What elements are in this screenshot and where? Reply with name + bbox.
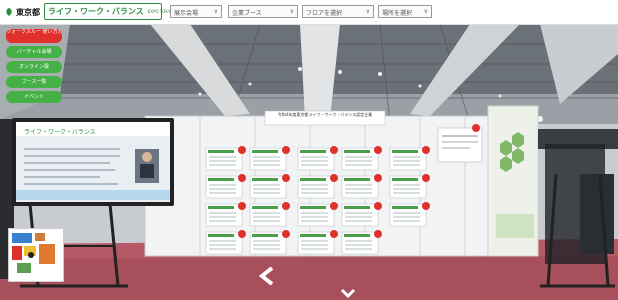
poster-header-bar xyxy=(344,150,370,153)
poster-header-bar xyxy=(208,178,234,181)
leaf-icon xyxy=(6,8,12,16)
poster-hotspot-icon[interactable] xyxy=(330,230,338,238)
location-select-value: 場所を選択 xyxy=(382,10,413,17)
poster-hotspot-icon[interactable] xyxy=(422,146,430,154)
arrow-left-icon[interactable] xyxy=(258,266,276,286)
poster-header-bar xyxy=(344,178,370,181)
poster-header-bar xyxy=(252,150,278,153)
poster-hotspot-icon[interactable] xyxy=(330,202,338,210)
poster-header-bar xyxy=(300,234,326,237)
poster-hotspot-icon[interactable] xyxy=(330,146,338,154)
poster-hotspot-icon[interactable] xyxy=(238,230,246,238)
chevron-down-icon: ∨ xyxy=(289,8,294,15)
poster-header-bar xyxy=(344,206,370,209)
exhibition-hall-scene xyxy=(0,24,618,300)
poster-hotspot-icon[interactable] xyxy=(282,174,290,182)
poster-hotspot-icon[interactable] xyxy=(422,202,430,210)
poster-header-bar xyxy=(300,150,326,153)
virtual-venue-button[interactable]: バーチャル会場 xyxy=(6,46,62,58)
poster-hotspot-icon[interactable] xyxy=(238,202,246,210)
booth-list-button[interactable]: ブース一覧 xyxy=(6,76,62,88)
online-exhibit-button[interactable]: オンライン展 xyxy=(6,61,62,73)
poster-header-bar xyxy=(252,234,278,237)
poster-hotspot-icon[interactable] xyxy=(374,174,382,182)
poster-header-bar xyxy=(208,234,234,237)
poster-hotspot-icon[interactable] xyxy=(374,202,382,210)
poster-hotspot-icon[interactable] xyxy=(330,174,338,182)
venue-select-value: 展示会場 xyxy=(174,10,199,17)
poster-hotspot-icon[interactable] xyxy=(282,146,290,154)
poster-hotspot-icon[interactable] xyxy=(374,146,382,154)
poster-hotspot-icon[interactable] xyxy=(282,230,290,238)
logo-text: 東京都 xyxy=(16,7,40,17)
poster-header-bar xyxy=(208,206,234,209)
poster-hotspot-icon[interactable] xyxy=(422,174,430,182)
guide-button[interactable]: ウォークスルー 使い方ガイド xyxy=(6,29,62,43)
booth-select[interactable]: 企業ブース ∨ xyxy=(228,5,298,18)
event-button[interactable]: イベント xyxy=(6,91,62,103)
floor-select-value: フロアを選択 xyxy=(306,10,343,17)
panorama-view[interactable]: ライフ・ワーク・バランス 令和4年度東京都ライフ・ワーク・バランス認定企業 xyxy=(0,24,618,300)
left-menu: ウォークスルー 使い方ガイド バーチャル会場 オンライン展 ブース一覧 イベント xyxy=(6,29,62,106)
tokyo-logo[interactable]: 東京都 xyxy=(4,5,40,19)
poster-header-bar xyxy=(392,178,418,181)
poster-header-bar xyxy=(300,178,326,181)
chevron-down-icon: ∨ xyxy=(423,8,428,15)
poster-header-bar xyxy=(252,206,278,209)
brand-title: ライフ・ワーク・バランス xyxy=(48,7,144,16)
top-bar: 東京都 ライフ・ワーク・バランス EXPO TOKYO 2022 展示会場 ∨ … xyxy=(0,0,618,25)
venue-select[interactable]: 展示会場 ∨ xyxy=(170,5,222,18)
arrow-down-icon[interactable] xyxy=(340,288,356,300)
chevron-down-icon: ∨ xyxy=(213,8,218,15)
poster-header-bar xyxy=(300,206,326,209)
poster-header-bar xyxy=(392,206,418,209)
poster-hotspot-icon[interactable] xyxy=(374,230,382,238)
poster-header-bar xyxy=(392,150,418,153)
poster-header-bar xyxy=(208,150,234,153)
poster-hotspot-icon[interactable] xyxy=(238,146,246,154)
chevron-down-icon: ∨ xyxy=(365,8,370,15)
booth-select-value: 企業ブース xyxy=(232,10,262,17)
floor-minimap[interactable] xyxy=(8,228,64,282)
poster-header-bar xyxy=(344,234,370,237)
board-title: 令和4年度東京都ライフ・ワーク・バランス認定企業 xyxy=(277,112,373,117)
screen-title: ライフ・ワーク・バランス xyxy=(24,129,96,136)
poster-header-bar xyxy=(252,178,278,181)
location-select[interactable]: 場所を選択 ∨ xyxy=(378,5,432,18)
floor-select[interactable]: フロアを選択 ∨ xyxy=(302,5,374,18)
poster-hotspot-icon[interactable] xyxy=(282,202,290,210)
brand-banner[interactable]: ライフ・ワーク・バランス EXPO TOKYO 2022 xyxy=(44,3,185,20)
poster-hotspot-icon[interactable] xyxy=(238,174,246,182)
